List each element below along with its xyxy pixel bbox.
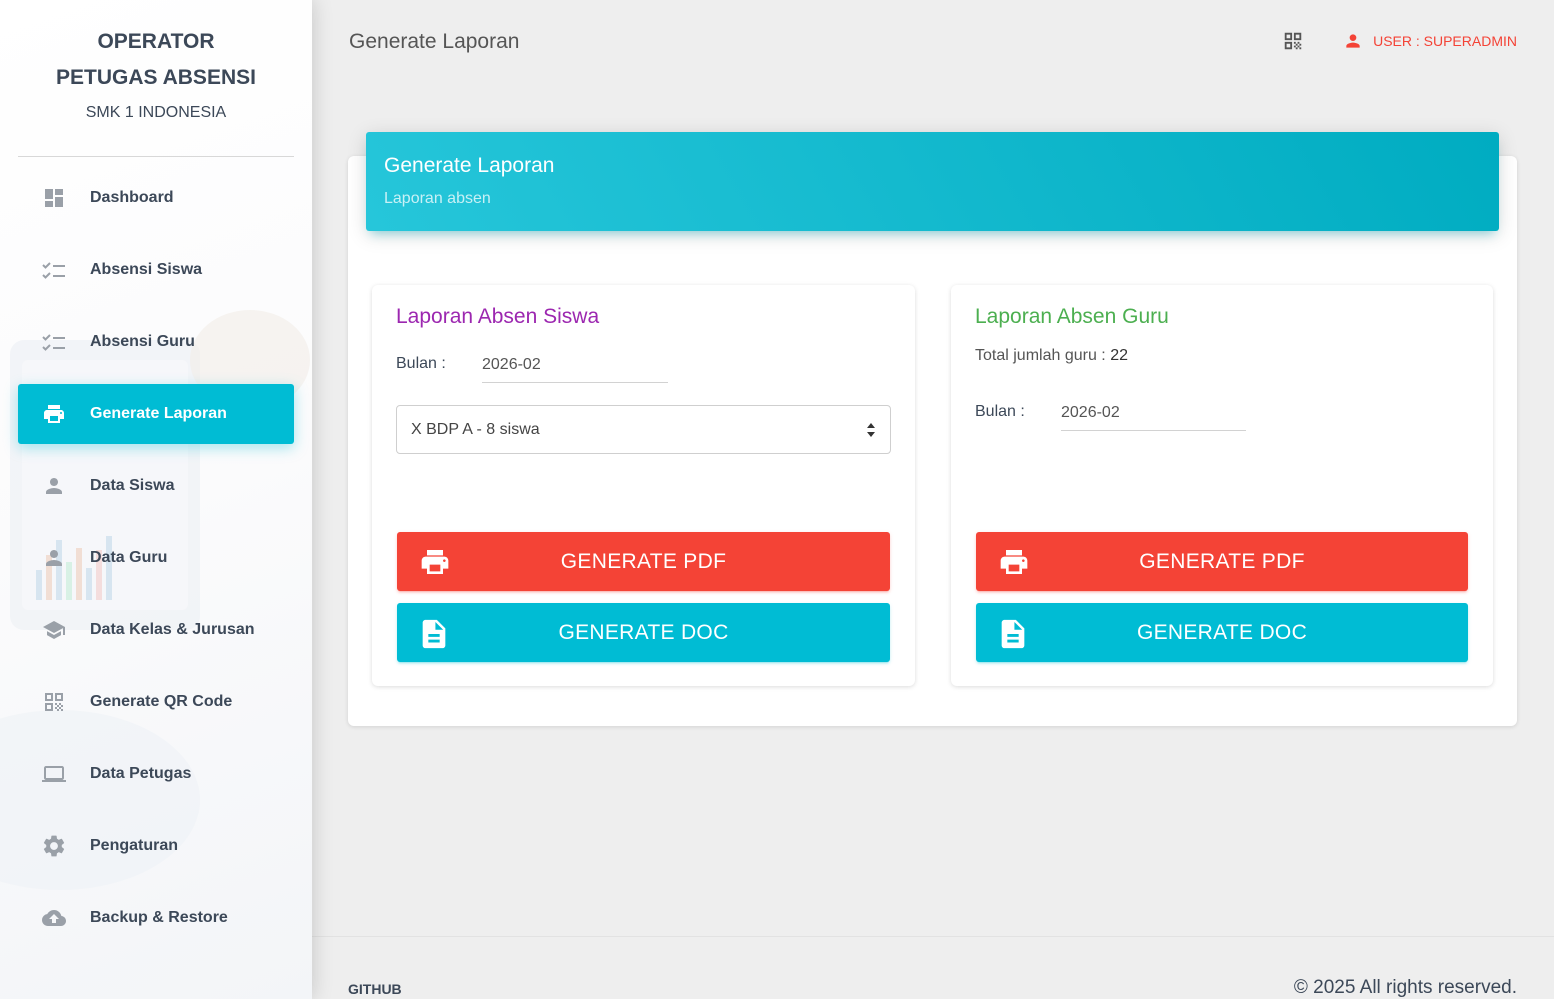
document-icon xyxy=(417,617,451,657)
bulan-label: Bulan : xyxy=(396,355,446,372)
sidebar-item-data-petugas[interactable]: Data Petugas xyxy=(18,744,294,804)
sidebar-item-generate-qr-code[interactable]: Generate QR Code xyxy=(18,672,294,732)
sidebar-item-dashboard[interactable]: Dashboard xyxy=(18,168,294,228)
select-arrows-icon xyxy=(866,422,876,443)
generate-doc-guru-button[interactable]: GENERATE DOC xyxy=(976,603,1468,662)
brand-school-name: SMK 1 INDONESIA xyxy=(85,104,227,121)
gear-icon xyxy=(18,833,90,859)
sidebar-item-label: Absensi Siswa xyxy=(90,261,203,278)
qr-code-icon[interactable] xyxy=(1282,30,1304,57)
button-label: GENERATE DOC xyxy=(1136,620,1308,644)
sidebar-item-label: Data Petugas xyxy=(90,765,192,782)
sidebar-brand: OPERATOR PETUGAS ABSENSI SMK 1 INDONESIA xyxy=(18,0,294,157)
sidebar-item-label: Data Siswa xyxy=(90,477,175,494)
sidebar-nav: Dashboard Absensi Siswa Absensi Guru Gen… xyxy=(0,168,312,948)
sidebar-item-label: Backup & Restore xyxy=(90,909,228,926)
user-label: USER : SUPERADMIN xyxy=(1373,33,1517,49)
total-guru-value: 22 xyxy=(1110,347,1128,364)
document-icon xyxy=(996,617,1030,657)
user-menu[interactable]: USER : SUPERADMIN xyxy=(1343,31,1517,51)
person-icon xyxy=(18,474,90,498)
sidebar-item-absensi-siswa[interactable]: Absensi Siswa xyxy=(18,240,294,300)
button-label: GENERATE PDF xyxy=(560,549,727,573)
card-subtitle: Laporan absen xyxy=(384,190,491,207)
sidebar-item-data-guru[interactable]: Data Guru xyxy=(18,528,294,588)
sidebar: OPERATOR PETUGAS ABSENSI SMK 1 INDONESIA… xyxy=(0,0,312,999)
page-title: Generate Laporan xyxy=(349,30,520,53)
generate-pdf-siswa-button[interactable]: GENERATE PDF xyxy=(397,532,890,591)
kelas-selected-value: X BDP A - 8 siswa xyxy=(411,421,540,438)
sidebar-item-data-kelas-jurusan[interactable]: Data Kelas & Jurusan xyxy=(18,600,294,660)
qr-code-icon xyxy=(18,690,90,714)
panel-title: Laporan Absen Guru xyxy=(975,305,1169,328)
card-title: Generate Laporan xyxy=(384,154,555,177)
dashboard-icon xyxy=(18,186,90,210)
footer: GITHUB © 2025 All rights reserved. xyxy=(312,936,1554,999)
printer-icon xyxy=(417,546,453,584)
kelas-select[interactable]: X BDP A - 8 siswa xyxy=(396,405,891,454)
sidebar-item-label: Pengaturan xyxy=(90,837,179,854)
topbar: Generate Laporan USER : SUPERADMIN xyxy=(312,0,1554,84)
sidebar-item-pengaturan[interactable]: Pengaturan xyxy=(18,816,294,876)
total-guru: Total jumlah guru : 22 xyxy=(975,347,1128,365)
sidebar-item-label: Data Guru xyxy=(90,549,168,566)
generate-doc-siswa-button[interactable]: GENERATE DOC xyxy=(397,603,890,662)
copyright-text: © 2025 All rights reserved. xyxy=(1293,977,1517,998)
sidebar-item-label: Absensi Guru xyxy=(90,333,195,350)
school-icon xyxy=(18,618,90,642)
button-label: GENERATE DOC xyxy=(558,620,729,644)
total-guru-label: Total jumlah guru : xyxy=(975,347,1111,364)
checklist-icon xyxy=(18,258,90,282)
laptop-icon xyxy=(18,762,90,786)
sidebar-item-absensi-guru[interactable]: Absensi Guru xyxy=(18,312,294,372)
brand-title-line1: OPERATOR xyxy=(97,30,215,53)
bulan-siswa-input[interactable] xyxy=(482,347,668,383)
brand-title-line2: PETUGAS ABSENSI xyxy=(56,66,256,89)
person-icon xyxy=(18,546,90,570)
sidebar-item-label: Generate Laporan xyxy=(90,405,227,422)
printer-icon xyxy=(996,546,1032,584)
github-link[interactable]: GITHUB xyxy=(348,981,402,997)
sidebar-item-label: Dashboard xyxy=(90,189,174,206)
card-header: Generate Laporan Laporan absen xyxy=(366,132,1499,231)
cloud-upload-icon xyxy=(18,906,90,930)
panel-title: Laporan Absen Siswa xyxy=(396,305,600,328)
sidebar-item-generate-laporan[interactable]: Generate Laporan xyxy=(18,384,294,444)
button-label: GENERATE PDF xyxy=(1139,549,1305,573)
bulan-guru-input[interactable] xyxy=(1061,395,1246,431)
bulan-label: Bulan : xyxy=(975,403,1025,420)
person-icon xyxy=(1346,34,1360,48)
sidebar-item-label: Data Kelas & Jurusan xyxy=(90,621,255,638)
sidebar-item-data-siswa[interactable]: Data Siswa xyxy=(18,456,294,516)
sidebar-item-backup-restore[interactable]: Backup & Restore xyxy=(18,888,294,948)
printer-icon xyxy=(18,402,90,426)
generate-pdf-guru-button[interactable]: GENERATE PDF xyxy=(976,532,1468,591)
checklist-icon xyxy=(18,330,90,354)
sidebar-item-label: Generate QR Code xyxy=(90,693,233,710)
laporan-siswa-panel: Laporan Absen Siswa Bulan : X BDP A - 8 … xyxy=(372,285,915,686)
laporan-guru-panel: Laporan Absen Guru Total jumlah guru : 2… xyxy=(951,285,1493,686)
